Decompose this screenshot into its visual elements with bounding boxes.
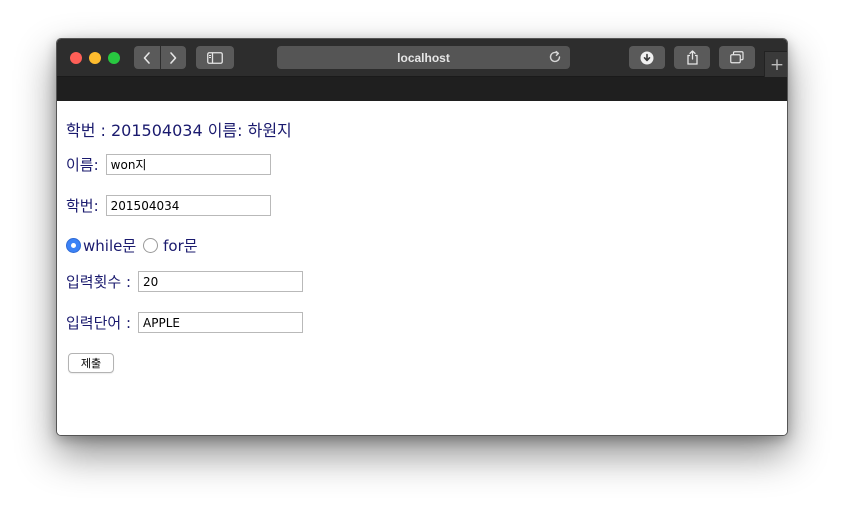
tab-bar bbox=[57, 77, 787, 101]
id-row: 학번: 201504034 bbox=[66, 195, 271, 216]
sidebar-icon bbox=[207, 51, 223, 64]
tabs-overview-icon bbox=[730, 51, 744, 64]
word-label: 입력단어 : bbox=[66, 314, 132, 332]
tab-overview-button[interactable] bbox=[719, 46, 755, 69]
share-icon bbox=[686, 50, 698, 65]
browser-window: localhost + 학번: 201504034 이름: 하원지 이름: w… bbox=[56, 38, 788, 436]
name-label: 이름: bbox=[66, 156, 99, 174]
page-content: 학번 : 201504034 이름: 하원지 이름: won지 학번: 2015… bbox=[57, 101, 787, 435]
address-bar[interactable]: localhost bbox=[277, 46, 570, 69]
chevron-left-icon bbox=[143, 51, 150, 64]
address-text: localhost bbox=[397, 50, 450, 65]
id-input[interactable]: 201504034 bbox=[105, 195, 271, 216]
submit-button[interactable]: 제출 bbox=[68, 353, 114, 373]
radio-for-label: for문 bbox=[163, 237, 198, 255]
page-heading: 학번 : 201504034 이름: 하원지 bbox=[66, 121, 292, 140]
maximize-window-button[interactable] bbox=[108, 52, 120, 64]
share-button[interactable] bbox=[674, 46, 710, 69]
download-icon bbox=[640, 51, 654, 64]
plus-icon: + bbox=[769, 54, 785, 75]
word-row: 입력단어 : APPLE bbox=[66, 312, 304, 333]
nav-buttons bbox=[134, 46, 186, 69]
close-window-button[interactable] bbox=[70, 52, 82, 64]
count-input[interactable]: 20 bbox=[138, 271, 304, 292]
count-label: 입력횟수 : bbox=[66, 273, 132, 291]
forward-button[interactable] bbox=[161, 46, 187, 69]
reload-button[interactable] bbox=[548, 50, 562, 67]
name-row: 이름: won지 bbox=[66, 154, 271, 175]
sidebar-toggle-button[interactable] bbox=[196, 46, 234, 69]
downloads-button[interactable] bbox=[629, 46, 665, 69]
loop-type-row: while문 for문 bbox=[66, 235, 198, 256]
back-button[interactable] bbox=[134, 46, 160, 69]
name-input[interactable]: won지 bbox=[105, 154, 271, 175]
title-bar: localhost + bbox=[57, 39, 787, 77]
word-input[interactable]: APPLE bbox=[138, 312, 304, 333]
chevron-right-icon bbox=[170, 51, 177, 64]
radio-while[interactable] bbox=[66, 238, 81, 253]
minimize-window-button[interactable] bbox=[89, 52, 101, 64]
radio-while-label: while문 bbox=[83, 237, 137, 255]
id-label: 학번: bbox=[66, 197, 99, 215]
count-row: 입력횟수 : 20 bbox=[66, 271, 304, 292]
reload-icon bbox=[549, 50, 561, 63]
radio-for[interactable] bbox=[143, 238, 159, 253]
new-tab-button[interactable]: + bbox=[764, 51, 787, 77]
